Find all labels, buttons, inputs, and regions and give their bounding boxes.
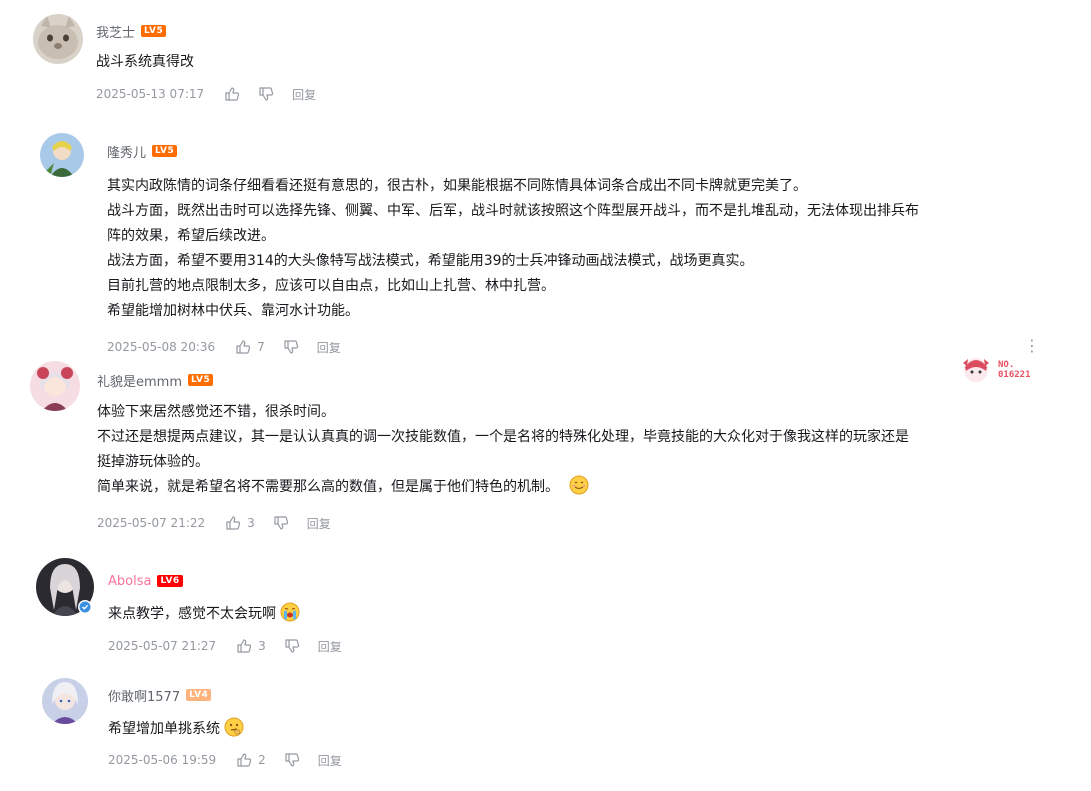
avatar[interactable] <box>30 361 80 411</box>
verified-badge <box>78 600 92 614</box>
comment-line: 其实内政陈情的词条仔细看看还挺有意思的，很古朴，如果能根据不同陈情具体词条合成出… <box>107 178 807 194</box>
like-count: 3 <box>247 516 255 530</box>
comment-item: 你敢啊1577 LV4 希望增加单挑系统 2025-05-06 19:59 2 … <box>0 672 1091 791</box>
like-count: 7 <box>257 340 265 354</box>
timestamp: 2025-05-08 20:36 <box>107 340 216 354</box>
reply-button[interactable]: 回复 <box>318 638 342 655</box>
level-badge: LV5 <box>141 25 167 37</box>
thumbs-down-icon <box>285 639 299 653</box>
like-button[interactable]: 2 <box>236 752 266 768</box>
level-badge: LV5 <box>152 145 178 157</box>
avatar[interactable] <box>40 133 84 177</box>
username[interactable]: Abolsa <box>108 574 151 589</box>
comment-line: 来点教学，感觉不太会玩啊 <box>108 602 300 627</box>
comment-item: 礼貌是emmm LV5 ⋮ NO. 016221 体验下来居然感觉还不错，很杀时… <box>0 338 1091 550</box>
comment-item: 我芝士 LV5 战斗系统真得改 2025-05-13 07:17 回复 <box>0 0 1091 115</box>
anime-avatar-icon <box>40 133 84 177</box>
thumbs-down-icon <box>274 516 288 530</box>
thumbs-down-icon <box>285 753 299 767</box>
comment-line-text: 来点教学，感觉不太会玩啊 <box>108 606 276 622</box>
comment-text: 来点教学，感觉不太会玩啊 <box>108 602 300 627</box>
thinking-emoji-icon <box>224 717 244 737</box>
thumbs-up-icon <box>237 639 252 653</box>
like-count: 3 <box>258 639 266 653</box>
thumbs-down-icon <box>284 340 298 354</box>
comment-line: 战法方面，希望不要用314的大头像特写战法模式，希望能用39的士兵冲锋动画战法模… <box>107 253 754 269</box>
comment-line: 阵的效果，希望后续改进。 <box>107 228 275 244</box>
dislike-button[interactable] <box>258 86 274 102</box>
comment-line: 目前扎营的地点限制太多，应该可以自由点，比如山上扎营、林中扎营。 <box>107 278 555 294</box>
comment-line: 希望增加单挑系统 <box>108 717 244 742</box>
comment-footer: 2025-05-06 19:59 2 回复 <box>108 751 342 769</box>
user-info: 礼貌是emmm LV5 <box>97 371 214 390</box>
like-button[interactable] <box>224 86 240 102</box>
comment-footer: 2025-05-13 07:17 回复 <box>96 85 316 103</box>
comment-footer: 2025-05-07 21:27 3 回复 <box>108 637 342 655</box>
comment-footer: 2025-05-07 21:22 3 回复 <box>97 514 331 532</box>
smile-emoji-icon <box>569 475 589 495</box>
like-button[interactable]: 3 <box>225 515 255 531</box>
comment-text: 希望增加单挑系统 <box>108 717 244 742</box>
dislike-button[interactable] <box>273 515 289 531</box>
dislike-button[interactable] <box>283 339 299 355</box>
comment-text: 体验下来居然感觉还不错，很杀时间。 不过还是想提两点建议，其一是认认真真的调一次… <box>97 400 909 500</box>
user-info: 隆秀儿 LV5 <box>107 142 178 161</box>
timestamp: 2025-05-06 19:59 <box>108 753 217 767</box>
comment-line: 挺掉游玩体验的。 <box>97 454 209 470</box>
reply-button[interactable]: 回复 <box>292 86 316 103</box>
username[interactable]: 你敢啊1577 <box>108 686 180 705</box>
avatar[interactable] <box>33 14 83 64</box>
comment-line-text: 希望增加单挑系统 <box>108 721 220 737</box>
user-info: Abolsa LV6 <box>108 572 183 590</box>
anime-avatar-icon <box>42 678 88 724</box>
avatar[interactable] <box>42 678 88 724</box>
username[interactable]: 隆秀儿 <box>107 142 146 161</box>
user-info: 我芝士 LV5 <box>96 22 167 41</box>
level-badge: LV5 <box>188 374 214 386</box>
comment-line-text: 简单来说，就是希望名将不需要那么高的数值，但是属于他们特色的机制。 <box>97 479 559 495</box>
more-options-button[interactable]: ⋮ <box>1024 338 1040 354</box>
fan-badge: NO. 016221 <box>960 355 1031 385</box>
fan-badge-character-icon <box>963 358 989 382</box>
timestamp: 2025-05-07 21:27 <box>108 639 217 653</box>
verified-icon <box>79 601 91 613</box>
comment-text: 其实内政陈情的词条仔细看看还挺有意思的，很古朴，如果能根据不同陈情具体词条合成出… <box>107 174 919 324</box>
level-badge: LV4 <box>186 689 212 701</box>
thumbs-down-icon <box>259 87 274 101</box>
thumbs-up-icon <box>236 340 251 354</box>
comment-item: 隆秀儿 LV5 其实内政陈情的词条仔细看看还挺有意思的，很古朴，如果能根据不同陈… <box>0 125 1091 360</box>
dislike-button[interactable] <box>284 638 300 654</box>
comment-line: 不过还是想提两点建议，其一是认认真真的调一次技能数值，一个是名将的特殊化处理，毕… <box>97 429 909 445</box>
comment-text: 战斗系统真得改 <box>96 50 194 75</box>
comment-line: 战斗方面，既然出击时可以选择先锋、侧翼、中军、后军，战斗时就该按照这个阵型展开战… <box>107 203 919 219</box>
dislike-button[interactable] <box>284 752 300 768</box>
crying-emoji-icon <box>280 602 300 622</box>
comment-line: 简单来说，就是希望名将不需要那么高的数值，但是属于他们特色的机制。 <box>97 475 909 500</box>
timestamp: 2025-05-13 07:17 <box>96 87 205 101</box>
reply-button[interactable]: 回复 <box>317 339 341 356</box>
comment-line: 战斗系统真得改 <box>96 54 194 70</box>
username[interactable]: 我芝士 <box>96 22 135 41</box>
thumbs-up-icon <box>226 516 241 530</box>
reply-button[interactable]: 回复 <box>318 752 342 769</box>
anime-girl-avatar-icon <box>30 361 80 411</box>
cat-avatar-icon <box>33 14 83 64</box>
comment-item: Abolsa LV6 来点教学，感觉不太会玩啊 2025-05-07 21:27… <box>0 550 1091 670</box>
reply-button[interactable]: 回复 <box>307 515 331 532</box>
user-info: 你敢啊1577 LV4 <box>108 686 212 705</box>
timestamp: 2025-05-07 21:22 <box>97 516 206 530</box>
thumbs-up-icon <box>237 753 252 767</box>
fan-badge-number: NO. 016221 <box>998 360 1031 380</box>
thumbs-up-icon <box>225 87 240 101</box>
comment-footer: 2025-05-08 20:36 7 回复 <box>107 338 341 356</box>
comment-line: 体验下来居然感觉还不错，很杀时间。 <box>97 404 335 420</box>
level-badge: LV6 <box>157 575 183 587</box>
like-button[interactable]: 3 <box>236 638 266 654</box>
like-count: 2 <box>258 753 266 767</box>
comment-line: 希望能增加树林中伏兵、靠河水计功能。 <box>107 303 359 319</box>
username[interactable]: 礼貌是emmm <box>97 371 182 390</box>
like-button[interactable]: 7 <box>235 339 265 355</box>
